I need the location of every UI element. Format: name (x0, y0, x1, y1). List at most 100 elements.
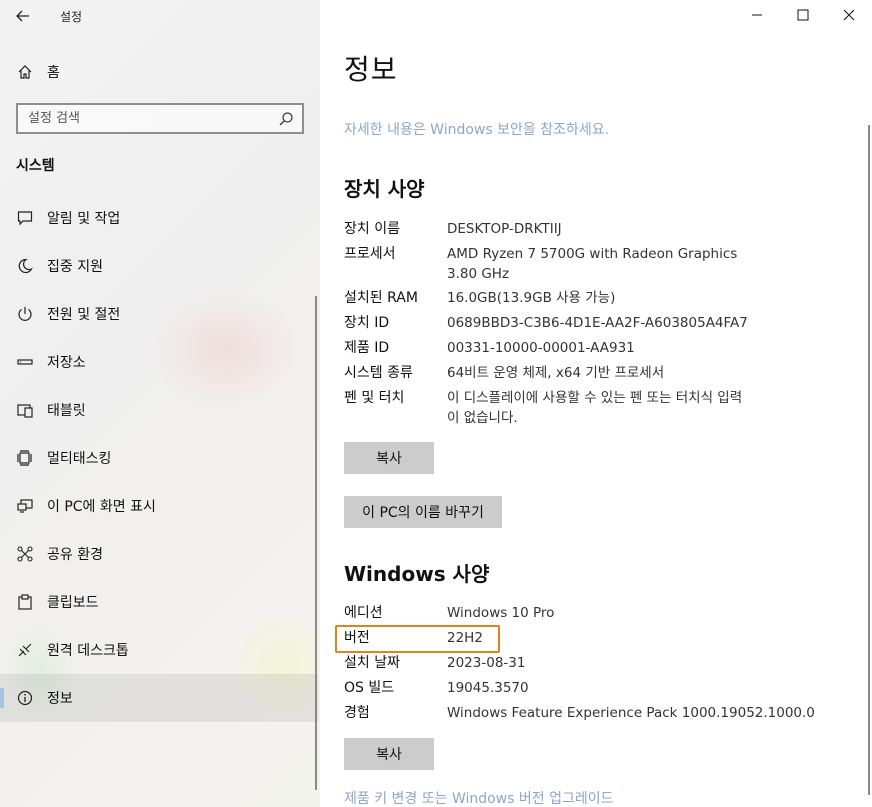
spec-key: 프로세서 (344, 246, 396, 262)
spec-value-group: 이 디스플레이에 사용할 수 있는 펜 또는 터치식 입력 이 없습니다. (447, 389, 807, 428)
spec-value: 64비트 운영 체제, x64 기반 프로세서 (447, 365, 665, 381)
spec-row-install-date: 설치 날짜 2023-08-31 (344, 654, 807, 673)
spec-value: 이 없습니다. (447, 410, 518, 426)
spec-key: 펜 및 터치 (344, 390, 405, 406)
close-icon (843, 9, 855, 21)
device-specs-heading: 장치 사양 (344, 177, 425, 201)
info-icon (15, 688, 35, 708)
page-title: 정보 (344, 53, 398, 86)
spec-value: 19045.3570 (447, 680, 529, 696)
sidebar-item-tablet[interactable]: 태블릿 (0, 386, 318, 434)
project-icon (15, 496, 35, 516)
copy-device-specs-button[interactable]: 복사 (344, 442, 434, 474)
spec-row-system-type: 시스템 종류 64비트 운영 체제, x64 기반 프로세서 (344, 364, 807, 383)
sidebar-item-label: 원격 데스크톱 (47, 643, 129, 659)
spec-value-group: AMD Ryzen 7 5700G with Radeon Graphics 3… (447, 245, 807, 284)
sidebar-item-label: 알림 및 작업 (47, 211, 121, 227)
spec-row-experience: 경험 Windows Feature Experience Pack 1000.… (344, 704, 867, 723)
sidebar-item-label: 저장소 (47, 355, 86, 371)
home-icon (15, 62, 35, 82)
sidebar-item-shared-experiences[interactable]: 공유 환경 (0, 530, 318, 578)
spec-value: 2023-08-31 (447, 655, 526, 671)
sidebar-item-label: 정보 (47, 691, 73, 707)
spec-key: 제품 ID (344, 340, 390, 356)
spec-key: OS 빌드 (344, 680, 395, 696)
moon-icon (15, 256, 35, 276)
sidebar-scrollbar[interactable] (315, 296, 317, 790)
spec-value: 3.80 GHz (447, 266, 510, 282)
main-scrollbar[interactable] (868, 125, 870, 795)
search-box[interactable] (16, 103, 304, 134)
spec-key: 시스템 종류 (344, 365, 413, 381)
upgrade-link[interactable]: 제품 키 변경 또는 Windows 버전 업그레이드 (344, 788, 614, 807)
sidebar-item-storage[interactable]: 저장소 (0, 338, 318, 386)
notification-icon (15, 208, 35, 228)
windows-specs-heading: Windows 사양 (344, 562, 490, 586)
sidebar: 설정 홈 시스템 알림 및 작업 집중 지원 전원 및 절전 (0, 0, 320, 807)
spec-value: DESKTOP-DRKTIIJ (447, 221, 562, 237)
rename-pc-button[interactable]: 이 PC의 이름 바꾸기 (344, 496, 502, 528)
sidebar-item-home[interactable]: 홈 (0, 52, 320, 92)
spec-row-pen-touch: 펜 및 터치 이 디스플레이에 사용할 수 있는 펜 또는 터치식 입력 이 없… (344, 389, 807, 428)
back-arrow-icon (16, 10, 29, 22)
spec-value: Windows Feature Experience Pack 1000.190… (447, 705, 815, 721)
maximize-icon (797, 9, 809, 21)
app-title: 설정 (60, 9, 83, 24)
sidebar-item-label: 클립보드 (47, 595, 99, 611)
remote-icon (15, 640, 35, 660)
spec-row-processor: 프로세서 AMD Ryzen 7 5700G with Radeon Graph… (344, 245, 807, 284)
search-icon[interactable] (278, 111, 294, 127)
sidebar-item-power[interactable]: 전원 및 절전 (0, 290, 318, 338)
minimize-icon (752, 14, 762, 16)
sidebar-item-project[interactable]: 이 PC에 화면 표시 (0, 482, 318, 530)
copy-windows-specs-button[interactable]: 복사 (344, 738, 434, 770)
spec-row-os-build: OS 빌드 19045.3570 (344, 679, 807, 698)
spec-value: AMD Ryzen 7 5700G with Radeon Graphics (447, 246, 738, 262)
tablet-icon (15, 400, 35, 420)
multitasking-icon (15, 448, 35, 468)
sidebar-item-label: 집중 지원 (47, 259, 103, 275)
spec-row-device-name: 장치 이름 DESKTOP-DRKTIIJ (344, 220, 807, 239)
spec-row-product-id: 제품 ID 00331-10000-00001-AA931 (344, 339, 807, 358)
sidebar-item-focus-assist[interactable]: 집중 지원 (0, 242, 318, 290)
spec-key: 장치 이름 (344, 221, 400, 237)
sidebar-item-notifications[interactable]: 알림 및 작업 (0, 194, 318, 242)
close-button[interactable] (826, 0, 872, 30)
spec-value: 이 디스플레이에 사용할 수 있는 펜 또는 터치식 입력 (447, 390, 743, 406)
sidebar-item-multitasking[interactable]: 멀티태스킹 (0, 434, 318, 482)
title-bar: 설정 (0, 0, 320, 32)
maximize-button[interactable] (780, 0, 826, 30)
main-content: 정보 자세한 내용은 Windows 보안을 참조하세요. 장치 사양 장치 이… (320, 0, 872, 807)
section-title: 시스템 (16, 158, 55, 174)
home-label: 홈 (47, 65, 60, 81)
spec-key: 경험 (344, 705, 370, 721)
sidebar-item-remote-desktop[interactable]: 원격 데스크톱 (0, 626, 318, 674)
spec-row-device-id: 장치 ID 0689BBD3-C3B6-4D1E-AA2F-A603805A4F… (344, 314, 807, 333)
spec-value: 16.0GB(13.9GB 사용 가능) (447, 290, 616, 306)
version-highlight-box (335, 625, 500, 653)
sidebar-item-label: 공유 환경 (47, 547, 103, 563)
sidebar-item-label: 이 PC에 화면 표시 (47, 499, 156, 515)
sidebar-item-clipboard[interactable]: 클립보드 (0, 578, 318, 626)
window-controls (734, 0, 872, 32)
back-button[interactable] (0, 0, 46, 32)
spec-key: 설치된 RAM (344, 290, 418, 306)
power-icon (15, 304, 35, 324)
spec-value: 00331-10000-00001-AA931 (447, 340, 635, 356)
spec-key: 에디션 (344, 605, 383, 621)
search-input[interactable] (28, 111, 268, 126)
sidebar-item-label: 태블릿 (47, 403, 86, 419)
sidebar-item-label: 멀티태스킹 (47, 451, 112, 467)
share-icon (15, 544, 35, 564)
spec-row-ram: 설치된 RAM 16.0GB(13.9GB 사용 가능) (344, 289, 807, 308)
sidebar-item-about[interactable]: 정보 (0, 674, 318, 722)
minimize-button[interactable] (734, 0, 780, 30)
spec-key: 설치 날짜 (344, 655, 400, 671)
spec-value: 22H2 (447, 630, 483, 646)
sidebar-item-label: 전원 및 절전 (47, 307, 121, 323)
windows-security-link[interactable]: 자세한 내용은 Windows 보안을 참조하세요. (344, 119, 609, 139)
spec-value: Windows 10 Pro (447, 605, 555, 621)
spec-row-edition: 에디션 Windows 10 Pro (344, 604, 807, 623)
spec-key: 장치 ID (344, 315, 390, 331)
clipboard-icon (15, 592, 35, 612)
